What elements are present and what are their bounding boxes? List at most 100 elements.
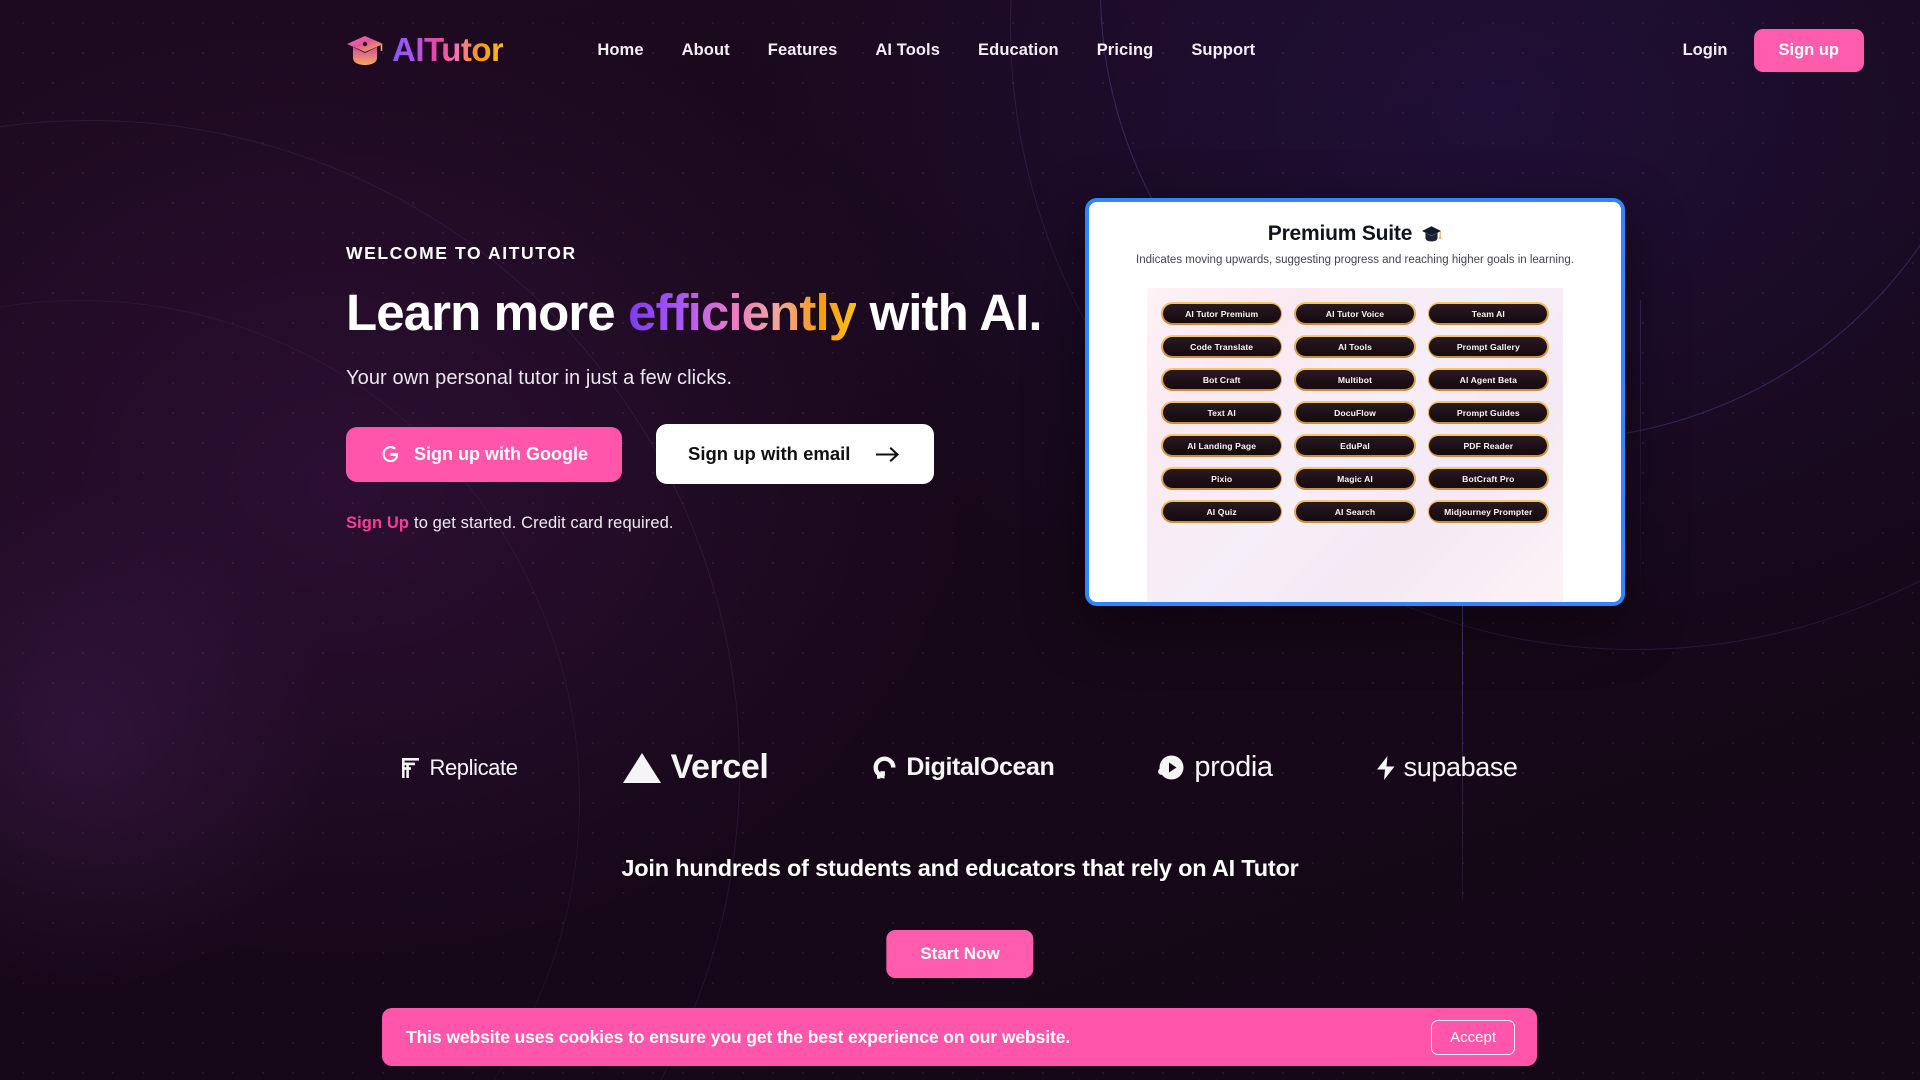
suite-pill[interactable]: Team AI xyxy=(1427,302,1549,325)
partner-name: prodia xyxy=(1194,751,1273,783)
suite-pill-label: Bot Craft xyxy=(1202,374,1241,385)
suite-pill-inner: AI Landing Page xyxy=(1162,435,1281,456)
suite-pill[interactable]: EduPal xyxy=(1294,434,1416,457)
cookie-consent-banner: This website uses cookies to ensure you … xyxy=(382,1008,1537,1066)
suite-pill-inner: Prompt Gallery xyxy=(1429,336,1548,357)
suite-pill-label: AI Quiz xyxy=(1206,506,1237,517)
nav-item-pricing[interactable]: Pricing xyxy=(1097,41,1154,60)
suite-pill-label: Prompt Gallery xyxy=(1456,341,1520,352)
suite-pill-inner: AI Tutor Premium xyxy=(1162,303,1281,324)
suite-pill-label: Magic AI xyxy=(1337,473,1373,484)
suite-pill-label: AI Search xyxy=(1334,506,1376,517)
nav-item-home[interactable]: Home xyxy=(597,41,643,60)
suite-pill[interactable]: Bot Craft xyxy=(1161,368,1283,391)
suite-pill-label: DocuFlow xyxy=(1334,407,1376,418)
suite-pill-inner: AI Agent Beta xyxy=(1429,369,1548,390)
suite-pill[interactable]: AI Tutor Premium xyxy=(1161,302,1283,325)
signup-button[interactable]: Sign up xyxy=(1753,28,1864,72)
partner-name: Vercel xyxy=(670,748,769,786)
start-now-button[interactable]: Start Now xyxy=(886,930,1034,978)
suite-pill[interactable]: AI Agent Beta xyxy=(1427,368,1549,391)
login-link[interactable]: Login xyxy=(1683,41,1728,60)
suite-pill-inner: EduPal xyxy=(1295,435,1415,456)
suite-pill[interactable]: DocuFlow xyxy=(1294,401,1416,424)
suite-pill-label: BotCraft Pro xyxy=(1462,473,1515,484)
nav-item-ai-tools[interactable]: AI Tools xyxy=(875,41,940,60)
social-proof-headline: Join hundreds of students and educators … xyxy=(621,855,1299,881)
partner-logo-digitalocean: DigitalOcean xyxy=(872,753,1055,782)
suite-pill[interactable]: Prompt Gallery xyxy=(1427,335,1549,358)
suite-pill-inner: Midjourney Prompter xyxy=(1429,501,1548,522)
suite-pill[interactable]: AI Quiz xyxy=(1161,500,1283,523)
hero-section: WELCOME TO AITUTOR Learn more efficientl… xyxy=(346,243,1066,533)
suite-pill-label: AI Tools xyxy=(1337,341,1373,352)
suite-pill-inner: Code Translate xyxy=(1162,336,1281,357)
suite-pill-inner: Magic AI xyxy=(1295,468,1415,489)
supabase-bolt-icon xyxy=(1376,755,1395,780)
hero-note-text: to get started. Credit card required. xyxy=(414,514,674,533)
premium-suite-grid: AI Tutor Premium AI Tutor Voice Team AI … xyxy=(1147,302,1563,523)
replicate-icon xyxy=(402,757,420,778)
hero-note-signup-link[interactable]: Sign Up xyxy=(346,514,409,532)
suite-pill-label: Text AI xyxy=(1207,407,1236,418)
cookie-banner-message: This website uses cookies to ensure you … xyxy=(406,1026,1071,1047)
hero-headline: Learn more efficiently with AI. xyxy=(346,284,1066,341)
suite-pill[interactable]: Pixio xyxy=(1161,467,1283,490)
arrow-right-icon xyxy=(876,446,900,462)
suite-pill-label: AI Landing Page xyxy=(1187,440,1257,451)
suite-pill[interactable]: Code Translate xyxy=(1161,335,1283,358)
suite-pill-label: AI Tutor Premium xyxy=(1185,308,1259,319)
digitalocean-icon xyxy=(873,756,896,779)
partner-logo-strip: Replicate Vercel DigitalOcean prodia sup… xyxy=(0,748,1920,787)
suite-pill[interactable]: AI Tutor Voice xyxy=(1294,302,1416,325)
nav-item-features[interactable]: Features xyxy=(768,41,838,60)
suite-pill-inner: PDF Reader xyxy=(1429,435,1548,456)
vercel-triangle-icon xyxy=(622,752,661,783)
google-signup-label: Sign up with Google xyxy=(414,443,588,464)
suite-pill-label: PDF Reader xyxy=(1463,440,1514,451)
hero-headline-post: with AI. xyxy=(856,284,1042,341)
partner-name: DigitalOcean xyxy=(906,753,1055,781)
suite-pill[interactable]: Magic AI xyxy=(1294,467,1416,490)
hero-headline-pre: Learn more xyxy=(346,284,629,341)
suite-pill-label: Midjourney Prompter xyxy=(1444,506,1533,517)
hero-note: Sign Up to get started. Credit card requi… xyxy=(346,514,1066,533)
partner-logo-supabase: supabase xyxy=(1376,752,1518,783)
suite-pill-label: Prompt Guides xyxy=(1456,407,1520,418)
suite-pill[interactable]: Multibot xyxy=(1294,368,1416,391)
suite-pill[interactable]: AI Tools xyxy=(1294,335,1416,358)
nav-item-education[interactable]: Education xyxy=(978,41,1059,60)
suite-pill-inner: Multibot xyxy=(1295,369,1415,390)
suite-pill[interactable]: Text AI xyxy=(1161,401,1283,424)
suite-pill[interactable]: BotCraft Pro xyxy=(1427,467,1549,490)
hero-cta-row: Sign up with Google Sign up with email xyxy=(346,424,1066,485)
nav-item-about[interactable]: About xyxy=(682,41,730,60)
email-signup-button[interactable]: Sign up with email xyxy=(655,424,935,485)
google-g-icon xyxy=(382,445,399,462)
premium-suite-grid-wrap: AI Tutor Premium AI Tutor Voice Team AI … xyxy=(1147,288,1563,602)
nav-item-support[interactable]: Support xyxy=(1191,41,1255,60)
google-signup-button[interactable]: Sign up with Google xyxy=(346,426,622,482)
graduation-cap-icon xyxy=(347,36,383,65)
site-header: AITutor Home About Features AI Tools Edu… xyxy=(0,0,1920,100)
brand-logo[interactable]: AITutor xyxy=(346,31,504,69)
suite-pill[interactable]: PDF Reader xyxy=(1427,434,1549,457)
suite-pill[interactable]: Prompt Guides xyxy=(1427,401,1549,424)
partner-name: Replicate xyxy=(429,754,518,780)
cookie-accept-button[interactable]: Accept xyxy=(1431,1019,1515,1055)
suite-pill[interactable]: Midjourney Prompter xyxy=(1427,500,1549,523)
premium-suite-title-row: Premium Suite xyxy=(1089,222,1621,246)
main-navigation: Home About Features AI Tools Education P… xyxy=(597,41,1255,60)
hero-subtitle: Your own personal tutor in just a few cl… xyxy=(346,367,733,390)
suite-pill-inner: Pixio xyxy=(1162,468,1281,489)
suite-pill-label: Multibot xyxy=(1337,374,1373,385)
suite-pill[interactable]: AI Search xyxy=(1294,500,1416,523)
suite-pill[interactable]: AI Landing Page xyxy=(1161,434,1283,457)
hero-headline-accent: efficiently xyxy=(628,284,857,341)
premium-suite-card: Premium Suite Indicates moving upwards, … xyxy=(1085,198,1625,606)
partner-name: supabase xyxy=(1403,752,1518,782)
partner-logo-prodia: prodia xyxy=(1158,751,1273,784)
suite-pill-inner: DocuFlow xyxy=(1295,402,1415,423)
partner-logo-replicate: Replicate xyxy=(402,754,518,781)
suite-pill-label: AI Tutor Voice xyxy=(1325,308,1385,319)
